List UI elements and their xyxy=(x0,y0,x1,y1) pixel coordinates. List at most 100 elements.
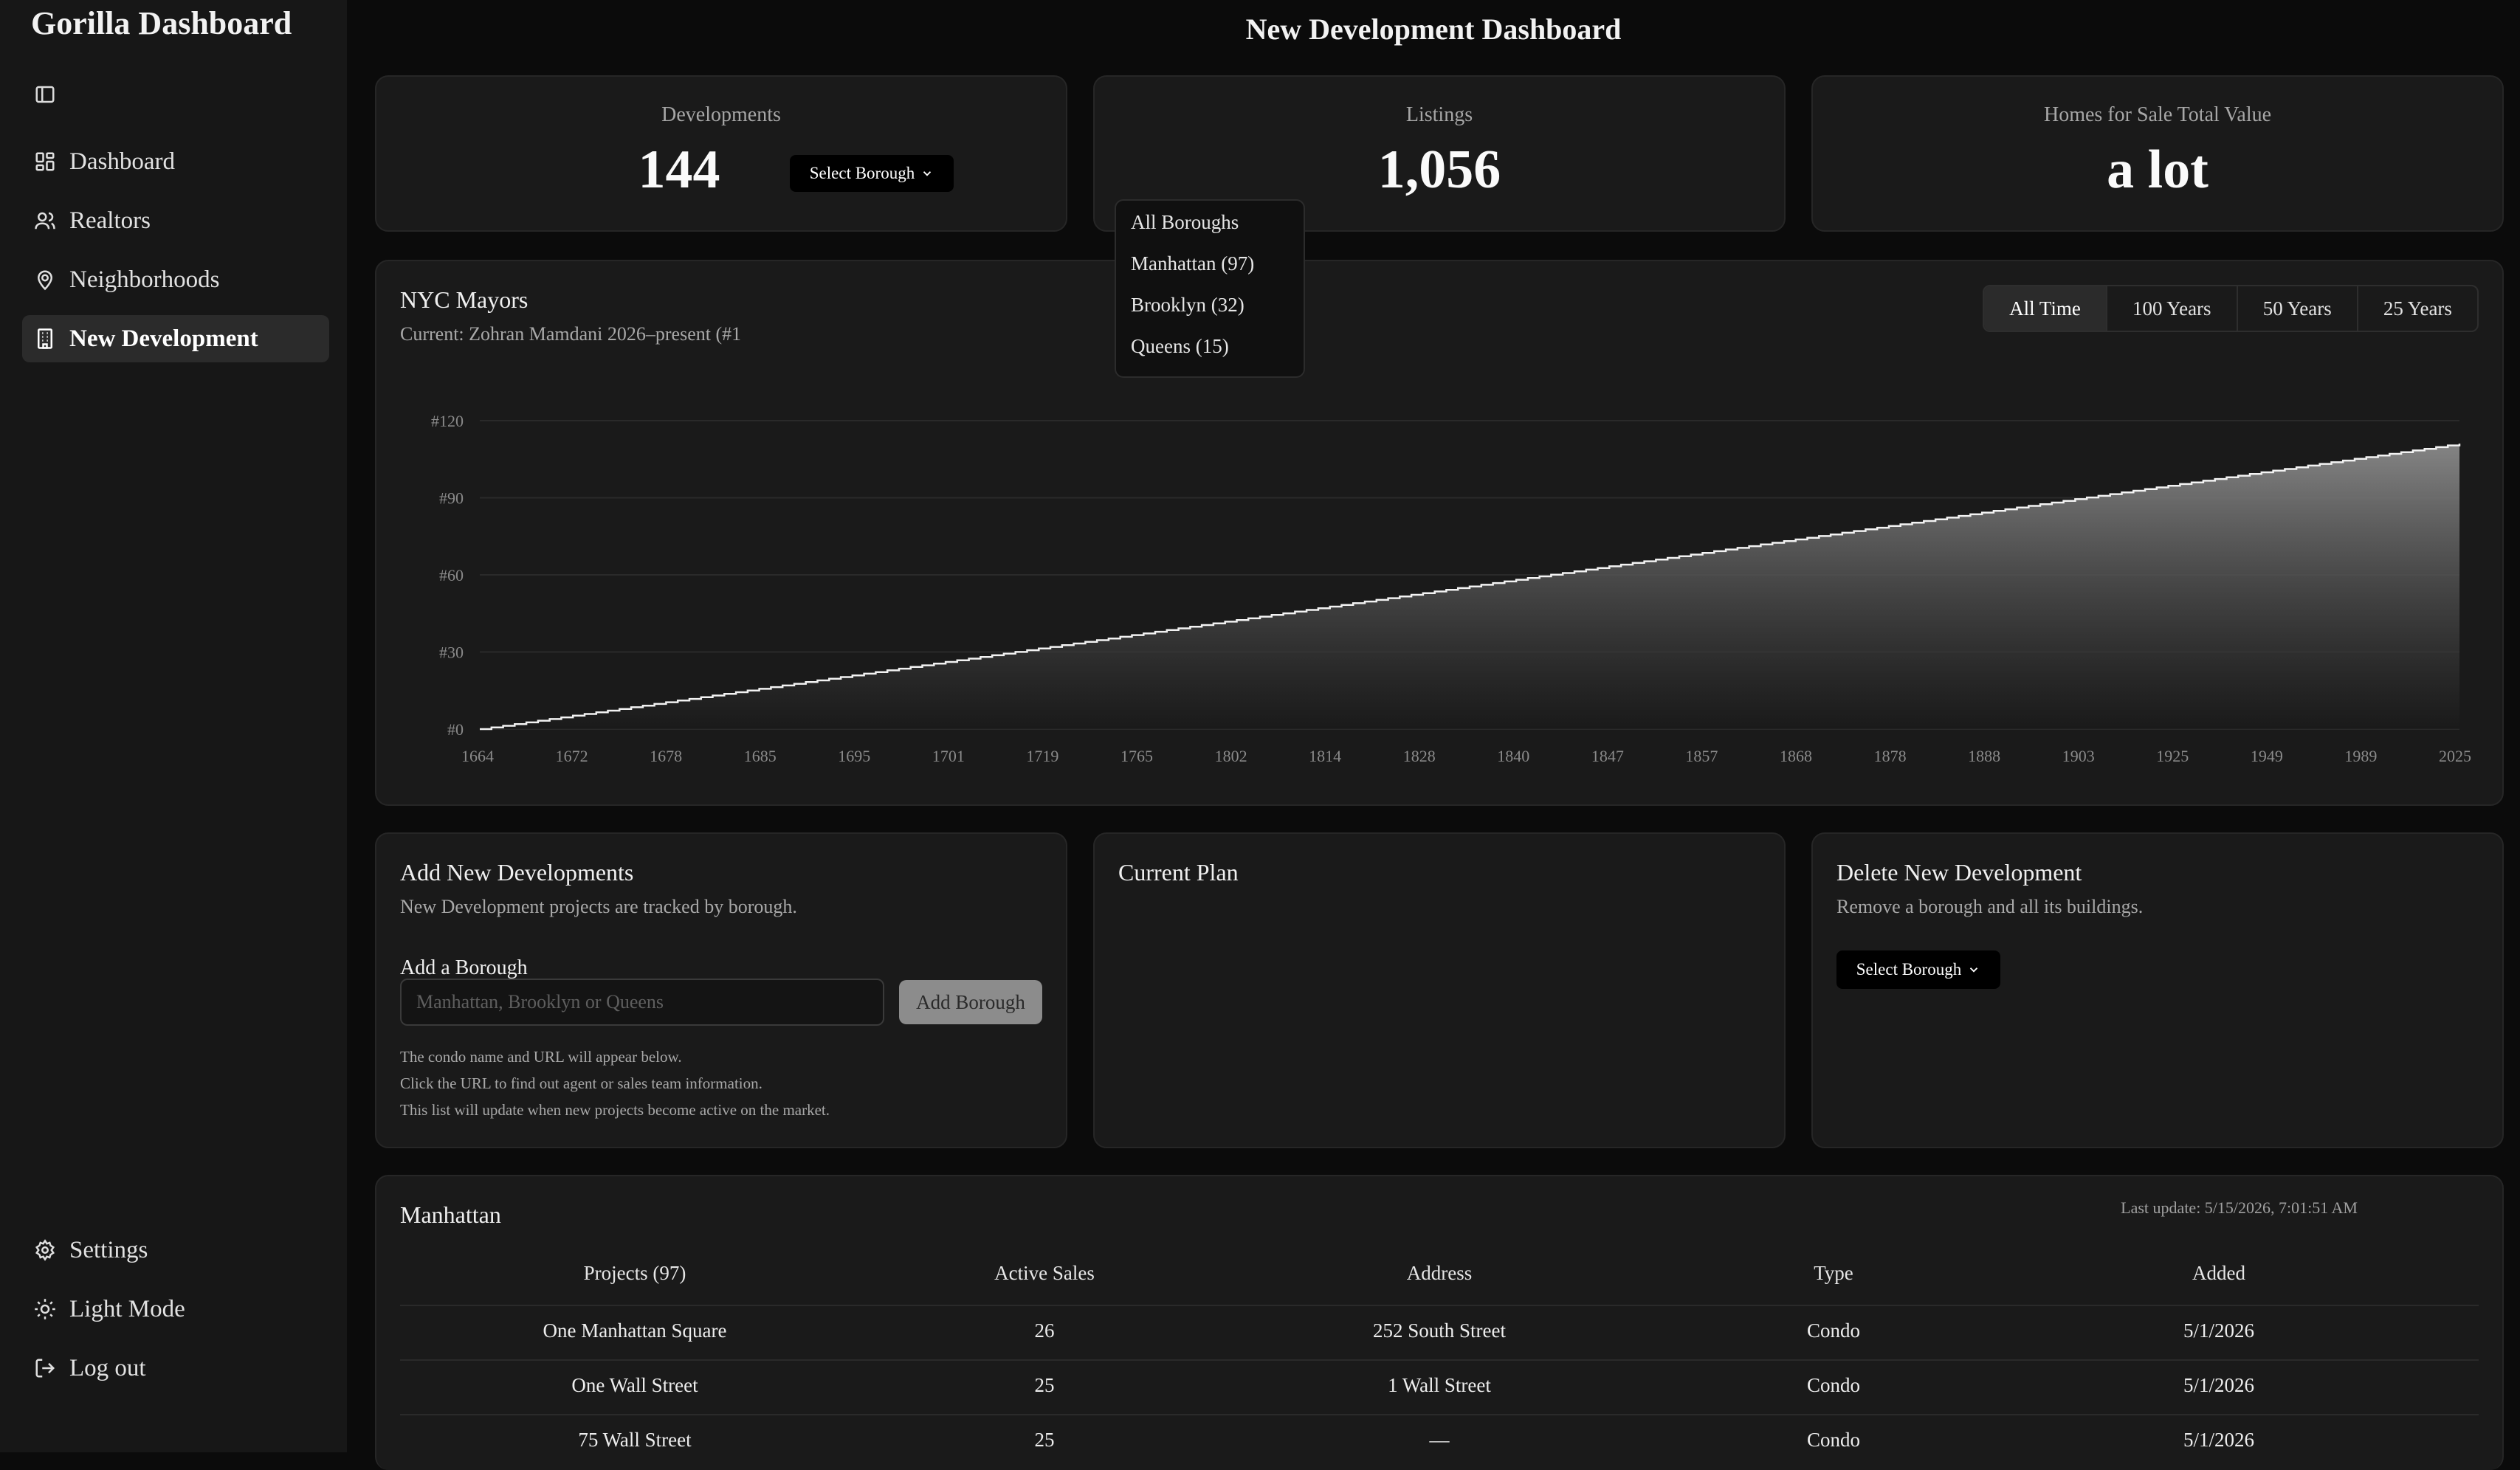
card-title: Delete New Development xyxy=(1836,859,2082,886)
stat-card-homes-value: Homes for Sale Total Value a lot xyxy=(1811,75,2504,232)
card-subtitle: New Development projects are tracked by … xyxy=(400,896,797,917)
x-tick-label: 1989 xyxy=(2344,747,2377,765)
sidebar-item-realtors[interactable]: Realtors xyxy=(22,197,329,244)
table-cell-added: 5/1/2026 xyxy=(2183,1319,2255,1342)
y-tick-label: #90 xyxy=(439,489,464,508)
column-header-active-sales[interactable]: Active Sales xyxy=(994,1262,1095,1285)
table-cell-type: Condo xyxy=(1806,1319,1861,1342)
borough-input[interactable] xyxy=(400,979,884,1026)
stat-value: a lot xyxy=(2107,139,2209,200)
sun-icon xyxy=(35,1299,55,1319)
x-tick-label: 1765 xyxy=(1120,747,1153,765)
sidebar-item-new-development[interactable]: New Development xyxy=(22,315,329,362)
sidebar-item-label: New Development xyxy=(69,325,258,352)
column-header-projects[interactable]: Projects (97) xyxy=(584,1262,686,1285)
table-cell-added: 5/1/2026 xyxy=(2183,1374,2255,1396)
select-borough-delete-button[interactable]: Select Borough xyxy=(1836,950,2000,989)
projects-table-card: Manhattan Last update: 5/15/2026, 7:01:5… xyxy=(375,1175,2504,1470)
column-header-address[interactable]: Address xyxy=(1407,1262,1473,1285)
stat-value: 144 xyxy=(638,139,720,200)
x-tick-label: 1719 xyxy=(1026,747,1058,765)
column-header-added[interactable]: Added xyxy=(2192,1262,2245,1285)
y-tick-label: #30 xyxy=(439,643,464,662)
table-cell-address: 1 Wall Street xyxy=(1388,1374,1491,1396)
mayors-area-chart: #0 #30 #60 #90 #120 1664 1672 1678 1685 1695 1701 1… xyxy=(431,412,2471,765)
x-tick-label: 1672 xyxy=(556,747,588,765)
chevron-down-icon xyxy=(1970,967,1978,973)
table-cell-active-sales: 26 xyxy=(1034,1319,1055,1342)
sidebar-item-label: Settings xyxy=(69,1236,148,1263)
sidebar-item-label: Log out xyxy=(69,1354,146,1381)
note-line: The condo name and URL will appear below… xyxy=(400,1048,682,1066)
sidebar-item-dashboard[interactable]: Dashboard xyxy=(22,138,329,185)
sidebar-item-neighborhoods[interactable]: Neighborhoods xyxy=(22,256,329,303)
table-cell-project[interactable]: One Wall Street xyxy=(571,1374,698,1397)
select-borough-button[interactable]: Select Borough xyxy=(790,155,954,192)
select-borough-label: Select Borough xyxy=(809,164,915,182)
x-tick-label: 1828 xyxy=(1403,747,1436,765)
main-content: New Development Dashboard Developments 1… xyxy=(347,0,2520,1470)
add-developments-card: Add New Developments New Development pro… xyxy=(375,832,1067,1148)
sidebar-item-settings[interactable]: Settings xyxy=(22,1226,329,1274)
sidebar-item-label: Neighborhoods xyxy=(69,266,220,293)
x-tick-label: 1701 xyxy=(932,747,965,765)
chevron-down-icon xyxy=(923,171,932,176)
card-title: Add New Developments xyxy=(400,859,634,886)
stat-label: Homes for Sale Total Value xyxy=(2043,103,2272,126)
table-cell-address: 252 South Street xyxy=(1373,1319,1506,1342)
x-tick-label: 1903 xyxy=(2062,747,2095,765)
grid-icon xyxy=(35,152,55,171)
dropdown-option-queens[interactable]: Queens (15) xyxy=(1131,335,1229,358)
dropdown-option-all-boroughs[interactable]: All Boroughs xyxy=(1131,211,1239,234)
table-cell-address: — xyxy=(1429,1429,1450,1451)
brand-title: Gorilla Dashboard xyxy=(31,5,292,41)
sidebar-item-log-out[interactable]: Log out xyxy=(22,1345,329,1392)
table-title: Manhattan xyxy=(400,1201,501,1228)
sidebar-item-light-mode[interactable]: Light Mode xyxy=(22,1286,329,1333)
x-tick-label: 1840 xyxy=(1497,747,1529,765)
dropdown-option-manhattan[interactable]: Manhattan (97) xyxy=(1131,252,1254,275)
x-tick-label: 1878 xyxy=(1874,747,1907,765)
table-cell-type: Condo xyxy=(1806,1374,1861,1396)
x-tick-label: 1949 xyxy=(2251,747,2283,765)
stat-label: Listings xyxy=(1405,103,1473,126)
column-header-type[interactable]: Type xyxy=(1814,1262,1853,1285)
x-tick-label: 2025 xyxy=(2439,747,2471,765)
x-tick-label: 1888 xyxy=(1968,747,2000,765)
x-tick-label: 1685 xyxy=(744,747,777,765)
building-icon xyxy=(38,328,52,349)
mayors-chart-card: NYC Mayors Current: Zohran Mamdani 2026–… xyxy=(375,260,2504,806)
logout-icon xyxy=(35,1359,55,1378)
delete-development-card: Delete New Development Remove a borough … xyxy=(1811,832,2504,1148)
sidebar-item-label: Realtors xyxy=(69,207,151,234)
users-icon xyxy=(35,212,55,230)
add-borough-button[interactable]: Add Borough xyxy=(899,980,1042,1024)
x-tick-label: 1678 xyxy=(650,747,682,765)
stat-value: 1,056 xyxy=(1377,139,1501,200)
table-cell-active-sales: 25 xyxy=(1034,1429,1055,1451)
gear-icon xyxy=(35,1239,55,1261)
y-tick-label: #120 xyxy=(431,412,464,430)
borough-dropdown-menu: All Boroughs Manhattan (97) Brooklyn (32… xyxy=(1115,199,1305,378)
x-tick-label: 1868 xyxy=(1780,747,1812,765)
select-borough-label: Select Borough xyxy=(1856,960,1962,979)
sidebar-item-label: Dashboard xyxy=(69,148,175,175)
note-line: Click the URL to find out agent or sales… xyxy=(400,1074,762,1092)
x-tick-label: 1664 xyxy=(461,747,494,765)
sidebar-toggle-icon[interactable] xyxy=(34,83,56,106)
stat-card-developments: Developments 144 Select Borough xyxy=(375,75,1067,232)
x-tick-label: 1802 xyxy=(1215,747,1247,765)
x-tick-label: 1925 xyxy=(2156,747,2189,765)
y-tick-label: #0 xyxy=(447,720,464,739)
x-tick-label: 1847 xyxy=(1591,747,1624,765)
sidebar: Gorilla Dashboard Dashboard Realtors Nei… xyxy=(0,0,347,1452)
table-divider xyxy=(400,1414,2479,1415)
x-tick-label: 1695 xyxy=(838,747,870,765)
card-subtitle: Remove a borough and all its buildings. xyxy=(1836,896,2144,917)
dropdown-option-brooklyn[interactable]: Brooklyn (32) xyxy=(1131,294,1244,317)
table-cell-project[interactable]: One Manhattan Square xyxy=(543,1319,727,1342)
x-tick-label: 1814 xyxy=(1309,747,1341,765)
stat-label: Developments xyxy=(661,103,781,126)
table-divider xyxy=(400,1359,2479,1361)
table-cell-project[interactable]: 75 Wall Street xyxy=(578,1429,691,1452)
